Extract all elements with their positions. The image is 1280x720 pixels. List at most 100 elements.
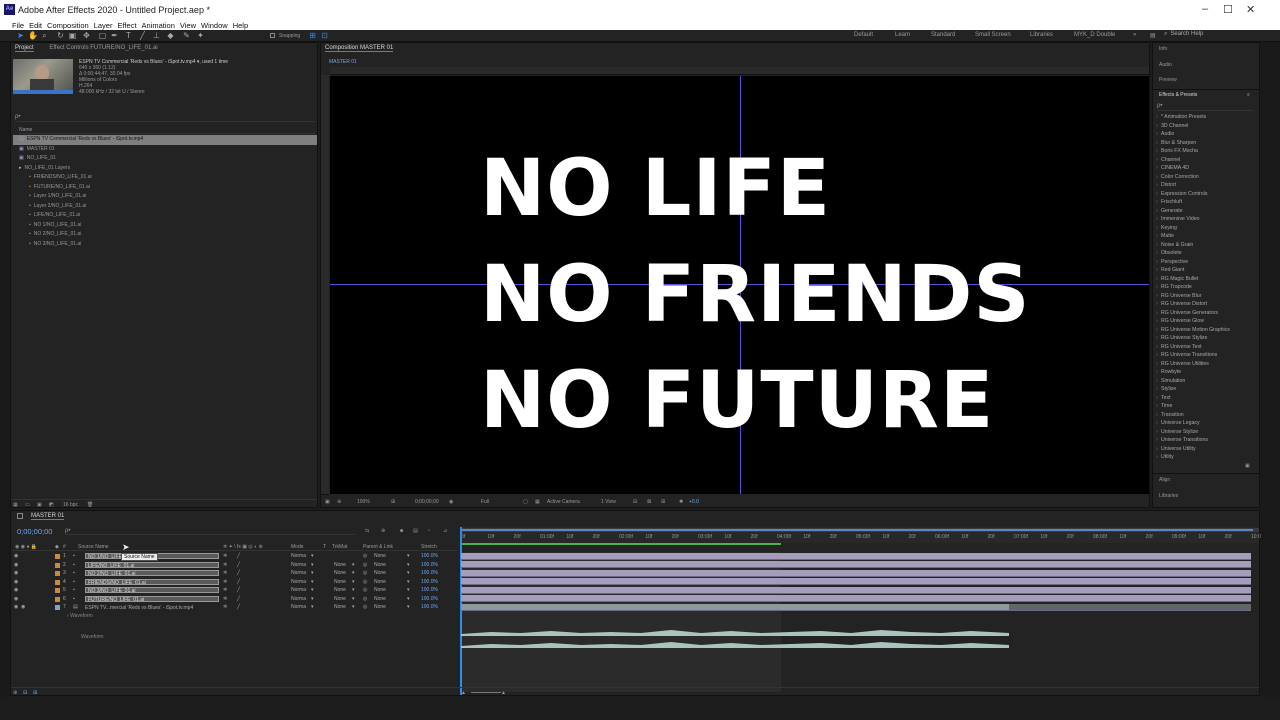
parent-link-header[interactable]: Parent & Link [363,544,393,550]
work-area-bar[interactable] [461,528,1259,532]
pan-behind-tool-icon[interactable]: ✥ [82,31,91,40]
workspace-learn[interactable]: Learn [895,32,910,38]
video-eye-icon[interactable]: ◉ [14,595,18,604]
effects-category-item[interactable]: Expression Controls [1153,190,1257,199]
modes-toggle-icon[interactable]: ⊟ [23,690,27,696]
draft-3d-icon[interactable]: ⊕ [381,528,385,534]
chevron-down-icon[interactable]: ▾ [407,569,410,578]
effects-category-item[interactable]: Color Correction [1153,173,1257,182]
layer-label-color[interactable] [55,571,60,576]
effects-category-item[interactable]: RG Universe Transitions [1153,351,1257,360]
comp-timecode[interactable]: 0;00;00;00 [415,499,439,505]
effects-category-item[interactable]: Red Giant [1153,266,1257,275]
fast-previews-icon[interactable]: ⊠ [647,499,651,505]
video-eye-icon[interactable]: ◉ [14,569,18,578]
timeline-search-input[interactable]: ρ• [65,528,355,535]
stretch-header[interactable]: Stretch [421,544,437,550]
effects-category-item[interactable]: Perspective [1153,258,1257,267]
layer-label-color[interactable] [55,562,60,568]
project-item[interactable]: ▪ FUTURE/NO_LIFE_01.ai [13,183,317,193]
workspace-small-screen[interactable]: Small Screen [975,32,1011,38]
layer-parent-dropdown[interactable]: None [374,561,386,570]
chevron-down-icon[interactable]: ▾ [311,595,314,604]
layer-parent-dropdown[interactable]: None [374,595,386,604]
layer-label-color[interactable] [55,596,60,602]
chevron-down-icon[interactable]: ▾ [311,561,314,570]
chevron-down-icon[interactable]: ▾ [352,569,355,578]
effects-category-item[interactable]: Transition [1153,411,1257,420]
chevron-down-icon[interactable]: ▾ [407,603,410,612]
layer-mode-dropdown[interactable]: Norma [291,561,306,570]
effects-category-item[interactable]: Text [1153,394,1257,403]
workspace-default[interactable]: Default [854,32,873,38]
workspace-myk-d-double[interactable]: MYK_D Double [1074,32,1115,38]
magnification-dropdown[interactable]: 100% [357,499,370,505]
effects-category-item[interactable]: Boris FX Mocha [1153,147,1257,156]
layer-mode-dropdown[interactable]: Norma [291,595,306,604]
workspace-standard[interactable]: Standard [931,32,955,38]
effects-category-item[interactable]: Distort [1153,181,1257,190]
effects-category-item[interactable]: Channel [1153,156,1257,165]
clone-stamp-tool-icon[interactable]: ⊥ [152,31,161,40]
collapse-switch-icon[interactable]: ✲ [223,586,227,595]
layer-duration-bar[interactable] [461,586,1251,594]
resolution-dropdown[interactable]: Full [481,499,489,505]
close-icon[interactable]: ✕ [1246,3,1255,16]
video-eye-icon[interactable]: ◉ [14,552,18,561]
shy-icon[interactable]: ☻ [399,528,404,534]
camera-dropdown[interactable]: Active Camera [547,499,580,505]
layer-mode-dropdown[interactable]: Norma [291,569,306,578]
pick-whip-icon[interactable]: ◎ [363,603,367,612]
graph-editor-icon[interactable]: ⊿ [443,528,447,534]
motion-blur-icon[interactable]: ◔ [427,528,430,534]
quality-switch-icon[interactable]: ╱ [237,578,240,587]
layer-duration-bar[interactable] [461,569,1251,577]
layer-trkmat-dropdown[interactable]: None [334,603,346,612]
video-eye-icon[interactable]: ◉ [14,561,18,570]
snapshot-icon[interactable]: ◉ [449,499,453,505]
menu-file[interactable]: File [12,21,29,30]
pick-whip-icon[interactable]: ◎ [363,578,367,587]
snapping-checkbox[interactable] [270,33,275,38]
pen-tool-icon[interactable]: ✒ [110,31,119,40]
effects-category-item[interactable]: Simulation [1153,377,1257,386]
layer-mode-dropdown[interactable]: Norma [291,586,306,595]
chevron-down-icon[interactable]: ▾ [352,603,355,612]
effects-category-item[interactable]: CINEMA 4D [1153,164,1257,173]
chevron-down-icon[interactable]: ▾ [311,578,314,587]
effects-category-item[interactable]: Universe Transitions [1153,436,1257,445]
layer-label-color[interactable] [55,605,60,610]
transparency-grid-icon[interactable]: ▦ [535,499,540,505]
effects-category-item[interactable]: RG Universe Generators [1153,309,1257,318]
layer-source-name[interactable]: FUTURE/NO_LIFE_01.ai [85,595,219,602]
brush-tool-icon[interactable]: ╱ [138,31,147,40]
maximize-icon[interactable]: ☐ [1223,3,1233,16]
reset-exposure-icon[interactable]: ✺ [679,499,683,505]
workspace-overflow-icon[interactable]: » [1133,32,1136,38]
effects-category-item[interactable]: RG Universe Motion Graphics [1153,326,1257,335]
audio-panel-header[interactable]: Audio [1159,62,1172,68]
effects-category-item[interactable]: Obsolete [1153,249,1257,258]
workspace-libraries[interactable]: Libraries [1030,32,1053,38]
project-item[interactable]: ▤ ESPN TV Commercial 'Reds vs Blues' - iS… [13,135,317,145]
effects-category-item[interactable]: RG Magic Bullet [1153,275,1257,284]
layer-source-name[interactable]: FRIENDS/NO_LIFE_01.ai [85,578,219,585]
chevron-down-icon[interactable]: ▾ [311,569,314,578]
layer-trkmat-dropdown[interactable]: None [334,595,346,604]
puppet-tool-icon[interactable]: ✦ [196,31,205,40]
always-preview-icon[interactable]: ▣ [325,499,330,505]
flowchart-icon[interactable]: ⊞ [661,499,665,505]
chevron-down-icon[interactable]: ▾ [352,561,355,570]
timeline-layer-row[interactable]: ◉ 5 ▪ NO 3/NO_LIFE_01.ai ✲ ╱ Norma ▾ None ▾ ◎ None ▾… [11,586,457,595]
effects-category-item[interactable]: 3D Channel [1153,122,1257,131]
toggle-pixel-aspect-icon[interactable]: ⊟ [633,499,637,505]
quality-switch-icon[interactable]: ╱ [237,561,240,570]
layer-parent-dropdown[interactable]: None [374,586,386,595]
layer-stretch-value[interactable]: 100.0% [421,595,438,604]
layer-trkmat-dropdown[interactable]: None [334,561,346,570]
timeline-layer-row[interactable]: ◉ 6 ▪ FUTURE/NO_LIFE_01.ai ✲ ╱ Norma ▾ None ▾ ◎ Non… [11,595,457,604]
frame-blending-icon[interactable]: ▤ [413,528,418,534]
layer-duration-bar[interactable] [461,552,1251,560]
comp-mini-flowchart-icon[interactable]: ⇆ [365,528,369,534]
project-column-name[interactable]: Name [19,127,315,134]
